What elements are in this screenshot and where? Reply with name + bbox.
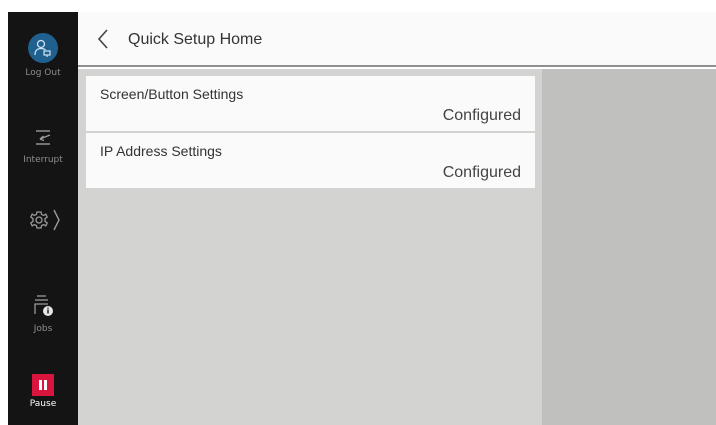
detail-pane — [542, 69, 716, 425]
setting-title: IP Address Settings — [100, 143, 222, 159]
interrupt-icon — [36, 130, 51, 145]
logout-button[interactable]: Log Out — [8, 33, 78, 93]
pause-button[interactable]: Pause — [8, 374, 78, 425]
pause-icon — [32, 374, 54, 396]
ip-address-settings-row[interactable]: IP Address Settings Configured — [86, 133, 535, 188]
back-button[interactable] — [92, 26, 114, 52]
screen-button-settings-row[interactable]: Screen/Button Settings Configured — [86, 76, 535, 131]
interrupt-button[interactable]: Interrupt — [8, 125, 78, 175]
user-icon — [28, 33, 58, 63]
jobs-icon — [34, 295, 53, 316]
jobs-label: Jobs — [33, 324, 53, 334]
settings-list: Screen/Button Settings Configured IP Add… — [78, 69, 542, 425]
setting-title: Screen/Button Settings — [100, 86, 244, 102]
chevron-right-icon — [53, 209, 60, 231]
header-bar: Quick Setup Home — [78, 12, 716, 67]
sidebar: Log Out Interrupt Jobs Pause — [8, 12, 78, 425]
setting-status: Configured — [442, 164, 521, 181]
gear-icon — [29, 209, 60, 231]
app-frame: Log Out Interrupt Jobs Pause Quick Setup… — [8, 12, 716, 425]
interrupt-label: Interrupt — [23, 155, 63, 165]
jobs-button[interactable]: Jobs — [8, 292, 78, 342]
device-settings-button[interactable] — [8, 205, 78, 239]
pause-label: Pause — [29, 399, 57, 409]
logout-label: Log Out — [25, 68, 61, 78]
chevron-left-icon — [97, 29, 108, 49]
page-title: Quick Setup Home — [128, 31, 263, 48]
setting-status: Configured — [442, 107, 521, 124]
